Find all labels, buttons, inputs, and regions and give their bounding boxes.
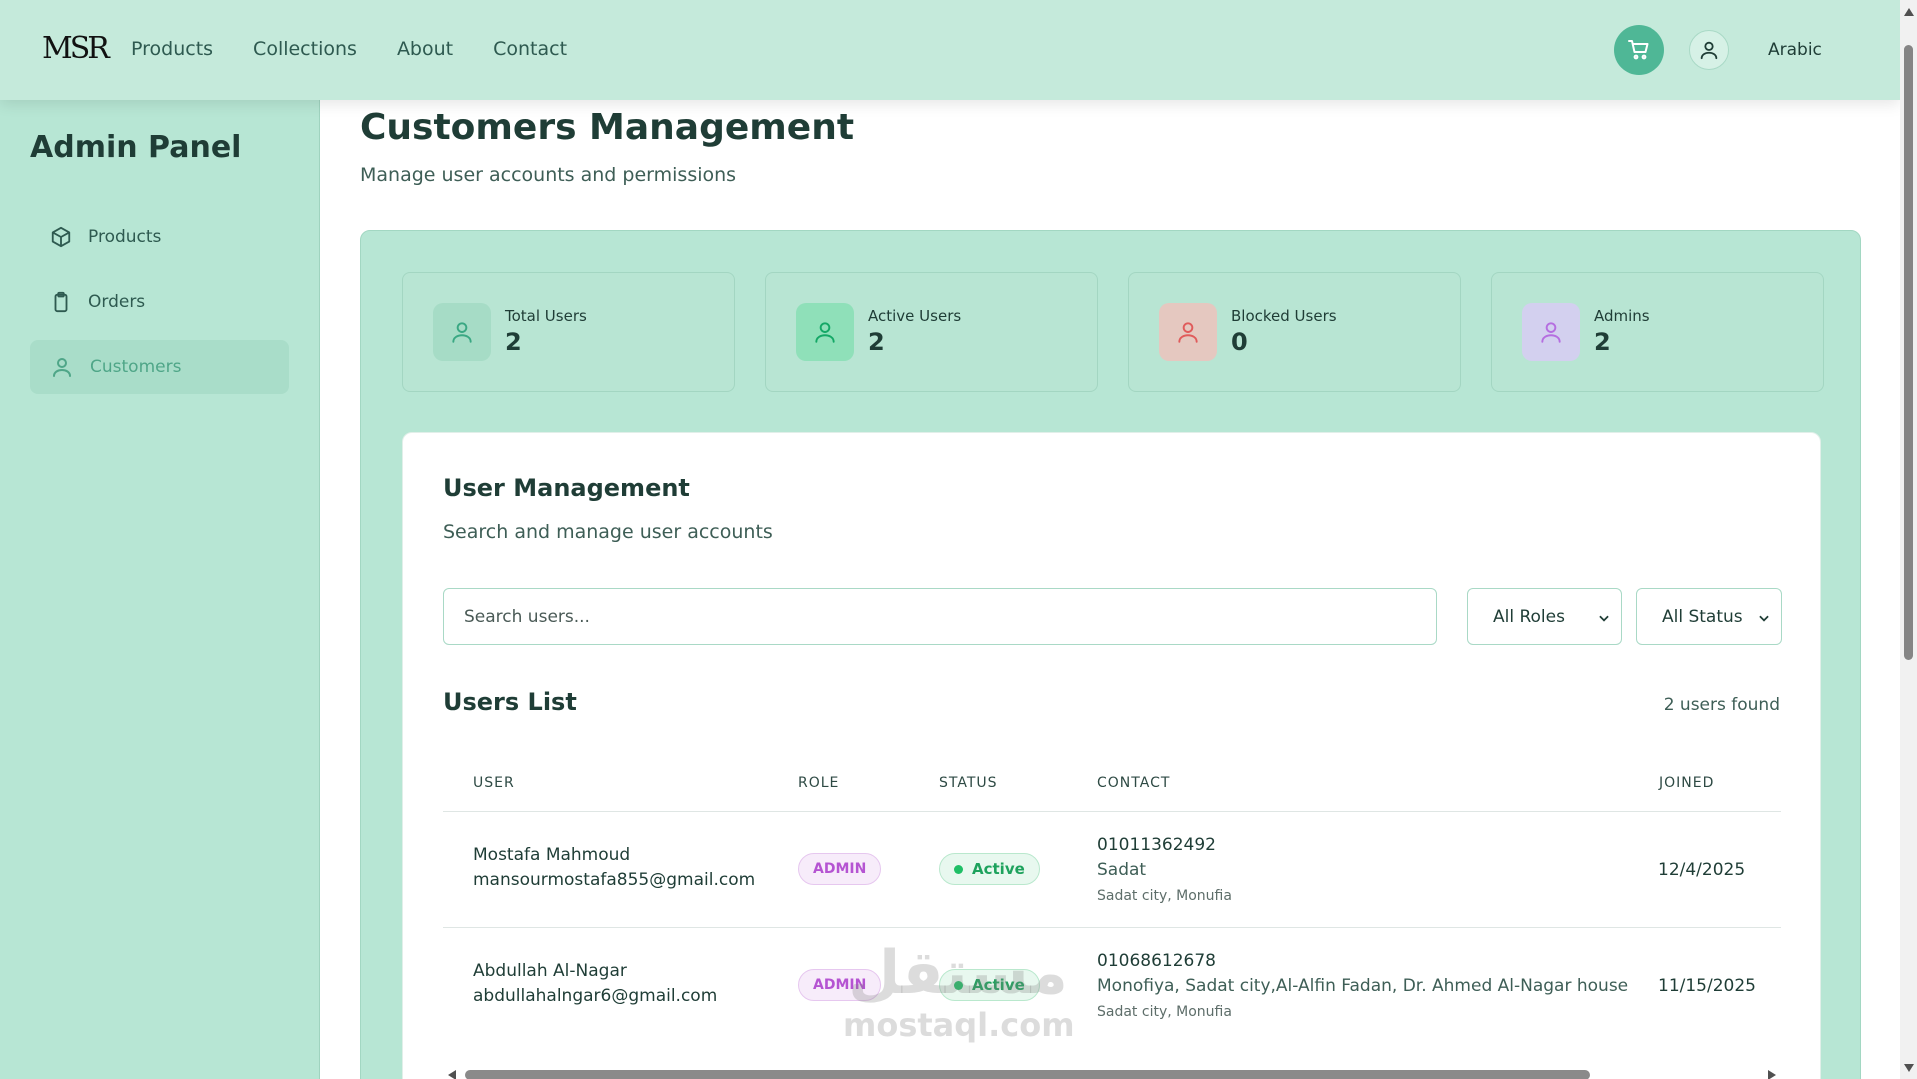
stat-label: Active Users bbox=[868, 307, 962, 325]
column-header-user: USER bbox=[473, 775, 515, 791]
scroll-up-arrow-icon[interactable] bbox=[1904, 8, 1914, 16]
stat-icon-box bbox=[1159, 303, 1217, 361]
column-header-role: ROLE bbox=[798, 775, 840, 791]
top-nav-bar: MSR Products Collections About Contact A… bbox=[0, 0, 1900, 100]
status-filter-select[interactable]: All Status bbox=[1636, 588, 1782, 645]
brand-logo[interactable]: MSR bbox=[42, 31, 110, 66]
scrollbar-thumb[interactable] bbox=[1904, 45, 1913, 660]
scroll-right-arrow-icon[interactable] bbox=[1768, 1070, 1776, 1079]
scroll-left-arrow-icon[interactable] bbox=[448, 1070, 456, 1079]
sidebar-item-label: Orders bbox=[88, 292, 146, 312]
cart-icon bbox=[1628, 40, 1649, 60]
status-text: Active bbox=[972, 860, 1025, 878]
account-button[interactable] bbox=[1689, 30, 1729, 70]
sidebar-item-label: Products bbox=[88, 227, 162, 247]
sidebar-item-label: Customers bbox=[90, 357, 182, 377]
stat-card-total-users: Total Users 2 bbox=[402, 272, 735, 392]
user-icon bbox=[1700, 41, 1718, 60]
nav-link-collections[interactable]: Collections bbox=[253, 38, 357, 60]
card-title: User Management bbox=[443, 474, 690, 502]
page-title: Customers Management bbox=[360, 107, 855, 148]
stat-value: 2 bbox=[505, 328, 522, 356]
users-list-title: Users List bbox=[443, 688, 577, 716]
row-divider bbox=[443, 927, 1781, 928]
column-header-contact: CONTACT bbox=[1097, 775, 1171, 791]
column-header-joined: JOINED bbox=[1659, 775, 1715, 791]
users-count: 2 users found bbox=[1663, 695, 1780, 715]
role-filter-value: All Roles bbox=[1493, 606, 1565, 627]
sidebar-item-customers[interactable]: Customers bbox=[30, 340, 289, 394]
sidebar-item-products[interactable]: Products bbox=[30, 210, 289, 264]
status-dot bbox=[954, 980, 963, 990]
user-email: mansourmostafa855@gmail.com bbox=[473, 870, 756, 890]
table-header-divider bbox=[443, 811, 1781, 812]
chevron-down-icon bbox=[1599, 615, 1609, 622]
chevron-down-icon bbox=[1759, 615, 1769, 622]
user-management-card: User Management Search and manage user a… bbox=[402, 432, 1821, 1079]
box-icon bbox=[51, 226, 71, 248]
column-header-status: STATUS bbox=[939, 775, 998, 791]
stat-value: 0 bbox=[1231, 328, 1248, 356]
main-nav: Products Collections About Contact bbox=[131, 38, 567, 60]
joined-date: 11/15/2025 bbox=[1658, 976, 1756, 996]
user-email: abdullahalngar6@gmail.com bbox=[473, 986, 718, 1006]
contact-phone: 01068612678 bbox=[1097, 951, 1216, 971]
language-toggle[interactable]: Arabic bbox=[1768, 40, 1822, 60]
scroll-down-arrow-icon[interactable] bbox=[1904, 1064, 1914, 1072]
page-scrollbar[interactable] bbox=[1900, 0, 1917, 1079]
stat-label: Admins bbox=[1594, 307, 1650, 325]
status-badge: Active bbox=[939, 969, 1040, 1001]
sidebar-title: Admin Panel bbox=[30, 130, 242, 165]
nav-link-products[interactable]: Products bbox=[131, 38, 213, 60]
nav-link-about[interactable]: About bbox=[397, 38, 453, 60]
user-name: Abdullah Al-Nagar bbox=[473, 961, 627, 981]
customers-panel: Total Users 2 Active Users 2 Blocked Use… bbox=[360, 230, 1861, 1079]
stat-card-admins: Admins 2 bbox=[1491, 272, 1824, 392]
stat-icon-box bbox=[1522, 303, 1580, 361]
contact-address: Monofiya, Sadat city,Al-Alfin Fadan, Dr.… bbox=[1097, 976, 1629, 996]
page-subtitle: Manage user accounts and permissions bbox=[360, 164, 737, 186]
contact-phone: 01011362492 bbox=[1097, 835, 1216, 855]
status-text: Active bbox=[972, 976, 1025, 994]
user-name: Mostafa Mahmoud bbox=[473, 845, 631, 865]
status-dot bbox=[954, 864, 963, 874]
role-filter-select[interactable]: All Roles bbox=[1467, 588, 1622, 645]
sidebar-item-orders[interactable]: Orders bbox=[30, 275, 289, 329]
contact-address: Sadat bbox=[1097, 860, 1147, 880]
stat-card-blocked-users: Blocked Users 0 bbox=[1128, 272, 1461, 392]
status-filter-value: All Status bbox=[1662, 606, 1743, 627]
status-badge: Active bbox=[939, 853, 1040, 885]
stat-card-active-users: Active Users 2 bbox=[765, 272, 1098, 392]
stat-value: 2 bbox=[868, 328, 885, 356]
role-badge: ADMIN bbox=[798, 853, 882, 885]
stat-icon-box bbox=[433, 303, 491, 361]
user-shield-icon bbox=[1541, 322, 1561, 343]
scrollbar-thumb[interactable] bbox=[465, 1070, 1590, 1079]
contact-city: Sadat city, Monufia bbox=[1097, 888, 1232, 904]
admin-sidebar: Admin Panel Products Orders Customers bbox=[0, 100, 320, 1079]
card-subtitle: Search and manage user accounts bbox=[443, 521, 773, 543]
role-badge: ADMIN bbox=[798, 969, 882, 1001]
table-horizontal-scrollbar[interactable] bbox=[443, 1068, 1781, 1079]
cart-button[interactable] bbox=[1614, 25, 1664, 75]
user-check-icon bbox=[815, 322, 835, 343]
nav-link-contact[interactable]: Contact bbox=[493, 38, 567, 60]
user-icon bbox=[452, 322, 472, 343]
contact-city: Sadat city, Monufia bbox=[1097, 1004, 1232, 1020]
user-icon bbox=[53, 358, 71, 377]
joined-date: 12/4/2025 bbox=[1658, 860, 1746, 880]
search-input[interactable] bbox=[443, 588, 1437, 645]
stat-icon-box bbox=[796, 303, 854, 361]
clipboard-icon bbox=[54, 291, 68, 313]
stat-label: Total Users bbox=[505, 307, 587, 325]
user-x-icon bbox=[1178, 322, 1198, 343]
stat-label: Blocked Users bbox=[1231, 307, 1337, 325]
stat-value: 2 bbox=[1594, 328, 1611, 356]
